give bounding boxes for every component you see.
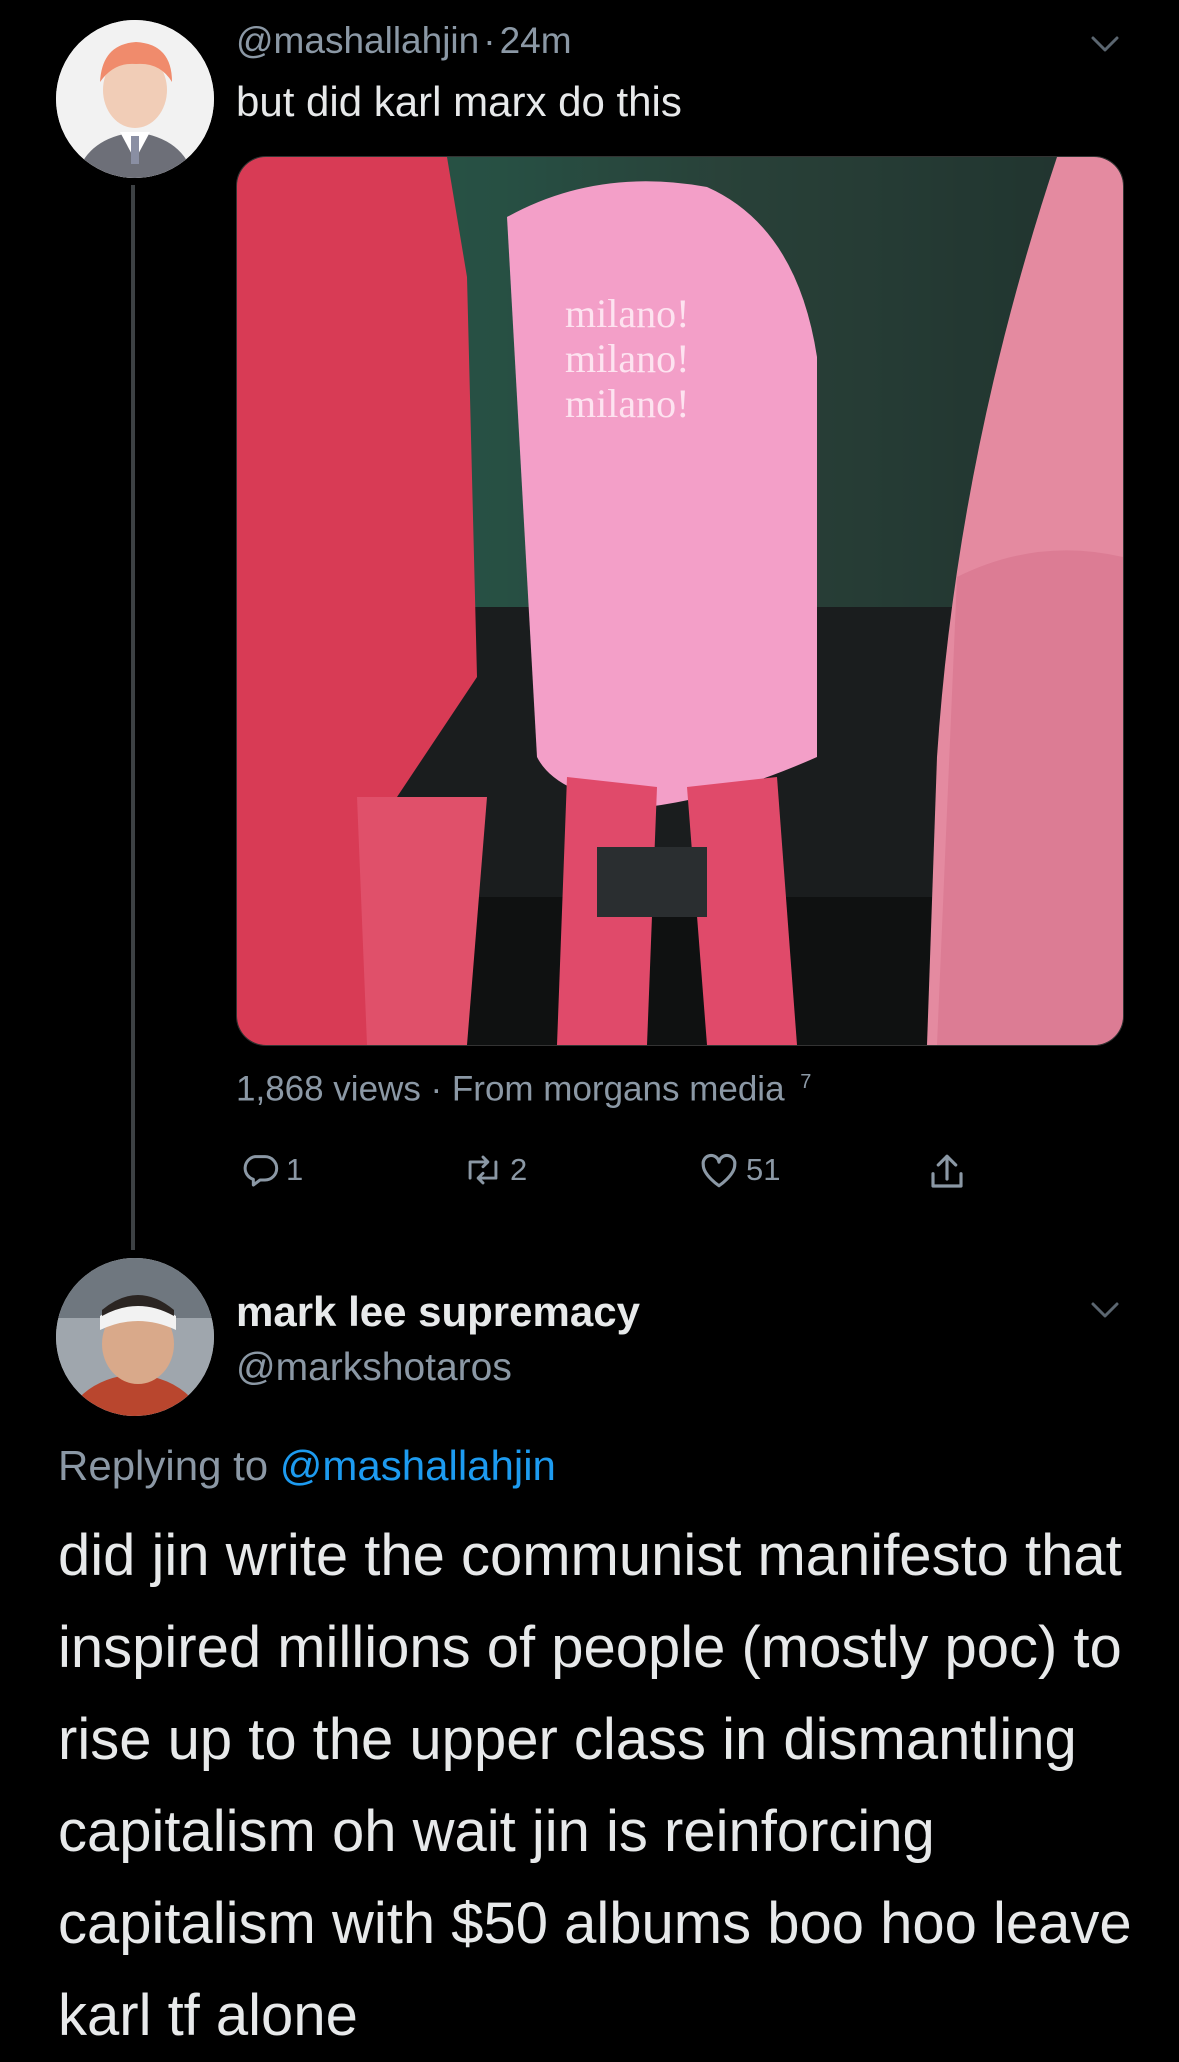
tweet-media-video[interactable]: milano! milano! milano!	[236, 156, 1124, 1046]
retweet-count: 2	[510, 1152, 528, 1187]
video-frame: milano! milano! milano!	[237, 157, 1123, 1045]
tweet-handle[interactable]: @markshotaros	[236, 1344, 512, 1392]
avatar[interactable]	[56, 1258, 214, 1416]
tweet-handle[interactable]: @mashallahjin	[236, 20, 479, 61]
time-separator: ·	[483, 20, 496, 61]
thread-connector-line	[131, 185, 135, 1250]
reply-icon	[243, 1155, 279, 1187]
avatar-portrait	[56, 1258, 214, 1416]
heart-icon	[701, 1153, 737, 1188]
avatar-portrait	[56, 20, 214, 178]
replying-to-label: Replying to	[58, 1442, 269, 1489]
like-button[interactable]: 51	[698, 1150, 780, 1190]
views-superscript: 7	[800, 1071, 812, 1093]
shirt-text-line: milano!	[565, 336, 689, 381]
share-icon	[931, 1154, 963, 1188]
shirt-text-line: milano!	[565, 291, 689, 336]
avatar[interactable]	[56, 20, 214, 178]
tweet-text: but did karl marx do this	[236, 78, 682, 125]
shirt-text-line: milano!	[565, 381, 689, 426]
chevron-down-icon[interactable]	[1085, 24, 1125, 64]
replying-to-link[interactable]: @mashallahjin	[280, 1442, 556, 1489]
share-button[interactable]	[926, 1150, 968, 1194]
retweet-icon	[468, 1155, 498, 1185]
reply-button[interactable]: 1	[240, 1150, 303, 1190]
video-view-count: 1,868 views · From morgans media	[236, 1069, 785, 1109]
chevron-down-icon[interactable]	[1085, 1290, 1125, 1330]
tweet-text: did jin write the communist manifesto th…	[58, 1523, 1132, 2048]
retweet-button[interactable]: 2	[462, 1150, 527, 1190]
like-count: 51	[746, 1152, 781, 1187]
tweet-timestamp[interactable]: 24m	[500, 20, 572, 61]
display-name[interactable]: mark lee supremacy	[236, 1286, 640, 1338]
reply-count: 1	[286, 1152, 304, 1187]
